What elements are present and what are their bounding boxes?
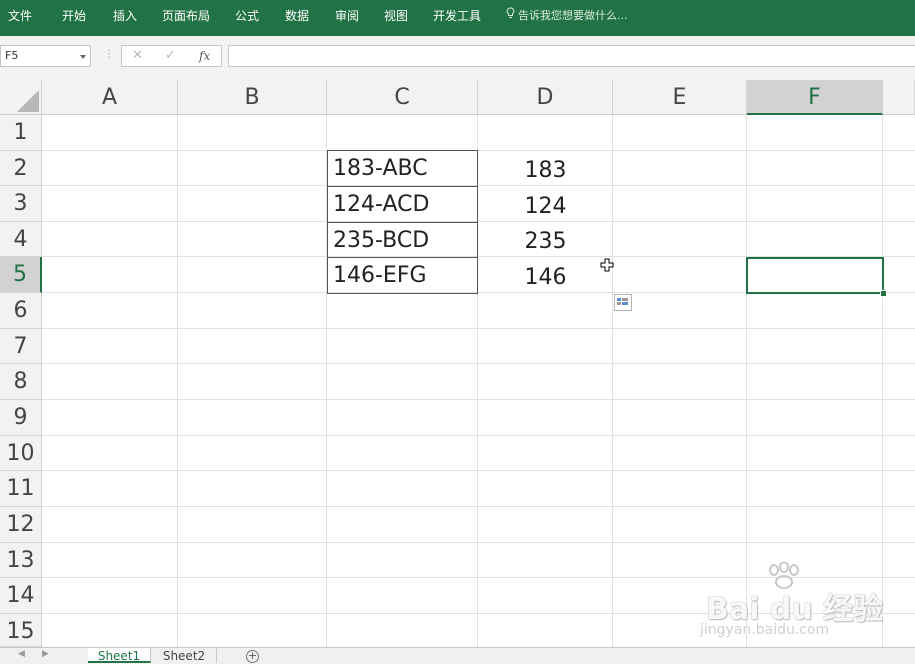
- select-all-button[interactable]: [0, 80, 42, 115]
- sheet-tab-sheet1[interactable]: Sheet1: [88, 648, 151, 663]
- gridline: [882, 115, 883, 647]
- gridline: [42, 613, 915, 614]
- tab-review[interactable]: 审阅: [335, 0, 359, 32]
- formula-bar-grip-icon[interactable]: ⋮: [104, 49, 114, 60]
- paste-options-icon: [617, 298, 628, 305]
- tab-data[interactable]: 数据: [285, 0, 309, 32]
- watermark: Bai du 经验 jingyan.baidu.com: [700, 562, 900, 642]
- cell-d3[interactable]: 124: [478, 189, 613, 224]
- row-header-12[interactable]: 12: [0, 507, 42, 543]
- paw-logo-icon: [769, 562, 799, 589]
- cell-d4[interactable]: 235: [478, 224, 613, 259]
- sheet-tab-sheet2[interactable]: Sheet2: [152, 648, 217, 663]
- insert-function-icon[interactable]: fx: [199, 47, 210, 65]
- formula-bar: F5 ⋮ ✕ ✓ fx: [0, 36, 915, 81]
- column-header-e[interactable]: E: [613, 80, 747, 115]
- formula-bar-buttons: ✕ ✓ fx: [121, 45, 222, 67]
- gridline: [177, 115, 178, 647]
- tab-insert[interactable]: 插入: [113, 0, 137, 32]
- gridline: [42, 577, 915, 578]
- row-header-6[interactable]: 6: [0, 293, 42, 329]
- tab-file[interactable]: 文件: [8, 0, 32, 32]
- column-header-f[interactable]: F: [747, 80, 883, 115]
- cell-d5[interactable]: 146: [478, 260, 613, 295]
- tab-formulas[interactable]: 公式: [235, 0, 259, 32]
- gridline: [42, 506, 915, 507]
- row-header-3[interactable]: 3: [0, 186, 42, 222]
- cell-d2[interactable]: 183: [478, 153, 613, 188]
- tell-me-search[interactable]: 告诉我您想要做什么...: [506, 0, 628, 32]
- lightbulb-icon: [506, 0, 515, 32]
- ribbon-tab-bar: 文件 开始 插入 页面布局 公式 数据 审阅 视图 开发工具 告诉我您想要做什么…: [0, 0, 915, 36]
- sheet-tab-bar: ◀ ▶ Sheet1 Sheet2 +: [0, 647, 915, 664]
- row-header-2[interactable]: 2: [0, 151, 42, 186]
- column-header-a[interactable]: A: [42, 80, 178, 115]
- formula-input[interactable]: [228, 45, 915, 67]
- selected-cell-f5[interactable]: [746, 257, 884, 294]
- row-header-14[interactable]: 14: [0, 578, 42, 614]
- select-all-triangle-icon: [17, 90, 39, 112]
- tab-home[interactable]: 开始: [62, 0, 86, 32]
- column-header-c[interactable]: C: [327, 80, 478, 115]
- row-header-13[interactable]: 13: [0, 543, 42, 578]
- watermark-brand: Bai du 经验: [706, 592, 884, 627]
- gridline: [42, 328, 915, 329]
- gridline: [42, 399, 915, 400]
- scroll-left-icon[interactable]: ◀: [18, 649, 25, 659]
- row-header-11[interactable]: 11: [0, 471, 42, 507]
- paste-options-button[interactable]: [614, 294, 632, 311]
- row-header-4[interactable]: 4: [0, 222, 42, 257]
- row-header-1[interactable]: 1: [0, 115, 42, 151]
- gridline: [42, 542, 915, 543]
- column-header-b[interactable]: B: [178, 80, 327, 115]
- gridline: [42, 150, 915, 151]
- gridline: [42, 435, 915, 436]
- tab-developer[interactable]: 开发工具: [433, 0, 481, 32]
- column-header-g[interactable]: [883, 80, 915, 115]
- name-box-dropdown-icon[interactable]: [80, 55, 86, 59]
- row-header-8[interactable]: 8: [0, 364, 42, 400]
- scroll-right-icon[interactable]: ▶: [42, 649, 49, 659]
- tell-me-text: 告诉我您想要做什么...: [518, 9, 628, 22]
- gridline: [42, 363, 915, 364]
- name-box[interactable]: F5: [0, 45, 91, 67]
- fill-handle[interactable]: [880, 290, 887, 297]
- cancel-icon[interactable]: ✕: [132, 47, 143, 65]
- tab-page-layout[interactable]: 页面布局: [162, 0, 210, 32]
- tab-view[interactable]: 视图: [384, 0, 408, 32]
- cell-c5[interactable]: 146-EFG: [327, 257, 478, 294]
- row-header-5[interactable]: 5: [0, 257, 42, 293]
- gridline: [746, 115, 747, 647]
- cell-c2[interactable]: 183-ABC: [327, 150, 478, 187]
- move-cursor-icon: [600, 257, 614, 276]
- row-header-9[interactable]: 9: [0, 400, 42, 436]
- cell-c3[interactable]: 124-ACD: [327, 186, 478, 223]
- row-header-10[interactable]: 10: [0, 436, 42, 471]
- row-header-7[interactable]: 7: [0, 329, 42, 364]
- row-header-15[interactable]: 15: [0, 614, 42, 647]
- gridline: [42, 470, 915, 471]
- watermark-url: jingyan.baidu.com: [700, 622, 830, 638]
- column-header-d[interactable]: D: [478, 80, 613, 115]
- enter-icon[interactable]: ✓: [165, 47, 176, 65]
- cell-c4[interactable]: 235-BCD: [327, 222, 478, 258]
- add-sheet-button[interactable]: +: [246, 650, 259, 663]
